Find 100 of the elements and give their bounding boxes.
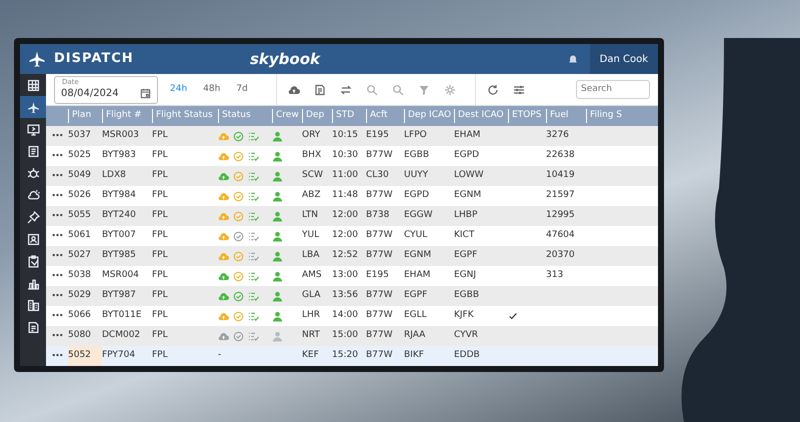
column-header: Crew — [272, 109, 302, 123]
more-actions-button[interactable]: ••• — [46, 350, 68, 362]
more-actions-button[interactable]: ••• — [46, 130, 68, 142]
table-cell-text: FPL — [152, 269, 169, 282]
table-cell-text: EGNJ — [454, 269, 478, 282]
table-cell-text: FPL — [152, 129, 169, 142]
table-cell-text: 13:00 — [332, 269, 359, 282]
table-cell-text: 10:30 — [332, 149, 359, 162]
table-cell-text: EGPD — [404, 189, 430, 202]
bell-icon — [566, 53, 579, 65]
table-cell-text: 313 — [546, 269, 564, 282]
more-actions-button[interactable]: ••• — [46, 230, 68, 242]
table-cell-text: E195 — [366, 129, 390, 142]
table-cell-text: BYT987 — [102, 289, 137, 302]
more-actions-button[interactable]: ••• — [46, 250, 68, 262]
table-cell-text: UUYY — [404, 169, 430, 182]
table-cell-text: B77W — [366, 349, 394, 362]
table-cell-text: 22638 — [546, 149, 576, 162]
table-cell-text: 12:00 — [332, 229, 359, 242]
airplane-icon — [26, 100, 40, 114]
table-cell-text: 10419 — [546, 169, 576, 182]
table-row[interactable]: ••• 5027 BYT985 FPL LBA 12:52 B77W EGNM EGPF 20370 — [46, 246, 658, 266]
table-cell-text: 10:15 — [332, 129, 359, 142]
user-name[interactable]: Dan Cook — [590, 44, 658, 74]
document-icon — [26, 320, 40, 334]
table-cell-text: CYUL — [404, 229, 428, 242]
table-cell-text: 5037 — [68, 129, 92, 142]
table-cell-text: FPL — [152, 229, 169, 242]
table-cell-text: 5038 — [68, 269, 92, 282]
table-cell-text: LFPO — [404, 129, 428, 142]
table-cell-text: BHX — [302, 149, 322, 162]
column-header: Status — [218, 109, 272, 123]
table-cell-text: 20370 — [546, 249, 576, 262]
table-cell-text: BYT240 — [102, 209, 137, 222]
table-cell-text: 47604 — [546, 229, 576, 242]
table-cell-text: EHAM — [404, 269, 432, 282]
more-actions-button[interactable]: ••• — [46, 170, 68, 182]
table-cell-text: B77W — [366, 189, 394, 202]
column-header: ETOPS — [508, 109, 546, 123]
refresh-icon[interactable] — [486, 84, 499, 96]
table-row[interactable]: ••• 5038 MSR004 FPL AMS 13:00 E195 EHAM EGNJ 313 — [46, 266, 658, 286]
table-cell-text: FPL — [152, 249, 169, 262]
table-cell-text: BYT007 — [102, 229, 137, 242]
buildings-icon — [26, 298, 40, 312]
table-cell-text: SCW — [302, 169, 324, 182]
table-row[interactable]: ••• 5061 BYT007 FPL YUL 12:00 B77W CYUL KICT 47604 — [46, 226, 658, 246]
swap-icon[interactable] — [340, 84, 352, 96]
more-actions-button[interactable]: ••• — [46, 310, 68, 322]
table-cell-text: EGBB — [454, 289, 480, 302]
table-cell-text: EGPF — [404, 289, 428, 302]
table-cell-text: FPY704 — [102, 349, 136, 362]
table-cell-text: 12:52 — [332, 249, 359, 262]
table-row[interactable]: ••• 5052 FPY704 FPL - KEF 15:20 B77W BIKF EDDB — [46, 346, 658, 366]
table-cell-text: EGNM — [454, 189, 482, 202]
table-cell-text: ORY — [302, 129, 322, 142]
table-cell-text: LOWW — [454, 169, 485, 182]
column-header: Flight Status — [152, 109, 218, 123]
table-cell-text: ABZ — [302, 189, 322, 202]
table-cell-text: 21597 — [546, 189, 576, 202]
more-actions-button[interactable]: ••• — [46, 290, 68, 302]
table-cell-text: KICT — [454, 229, 476, 242]
more-actions-button[interactable]: ••• — [46, 150, 68, 162]
document-icon[interactable] — [314, 84, 326, 96]
table-cell-text: EGPD — [454, 149, 480, 162]
table-cell-text: NRT — [302, 329, 321, 342]
table-cell-text: 5029 — [68, 289, 92, 302]
table-row[interactable]: ••• 5026 BYT984 FPL ABZ 11:48 B77W EGPD EGNM 21597 — [46, 186, 658, 206]
more-actions-button[interactable]: ••• — [46, 330, 68, 342]
table-cell-text: EDDB — [454, 349, 481, 362]
more-actions-button[interactable]: ••• — [46, 210, 68, 222]
table-cell-text: BYT984 — [102, 189, 137, 202]
more-actions-button[interactable]: ••• — [46, 190, 68, 202]
cloud-upload-icon[interactable] — [288, 84, 300, 96]
range-tab[interactable]: 7d — [232, 82, 252, 96]
table-row[interactable]: ••• 5080 DCM002 FPL NRT 15:00 B77W RJAA CYVR — [46, 326, 658, 346]
more-actions-button[interactable]: ••• — [46, 270, 68, 282]
table-cell-text: MSR003 — [102, 129, 140, 142]
table-row[interactable]: ••• 5066 BYT011E FPL LHR 14:00 B77W EGLL KJFK — [46, 306, 658, 326]
airplane-icon — [28, 50, 46, 68]
table-cell-text: DCM002 — [102, 329, 142, 342]
range-tab[interactable]: 48h — [199, 82, 224, 96]
table-row[interactable]: ••• 5025 BYT983 FPL BHX 10:30 B77W EGBB EGPD 22638 — [46, 146, 658, 166]
sliders-icon[interactable] — [512, 84, 525, 96]
table-row[interactable]: ••• 5029 BYT987 FPL GLA 13:56 B77W EGPF EGBB — [46, 286, 658, 306]
table-row[interactable]: ••• 5037 MSR003 FPL ORY 10:15 E195 LFPO EHAM 3276 — [46, 126, 658, 146]
table-row[interactable]: ••• 5055 BYT240 FPL LTN 12:00 B738 EGGW LHBP 12995 — [46, 206, 658, 226]
table-cell-text: 5066 — [68, 309, 92, 322]
sidebar-item[interactable] — [20, 96, 46, 118]
table-cell-text: EGPF — [454, 249, 478, 262]
calendar-icon[interactable] — [140, 88, 151, 98]
column-header: Acft — [366, 109, 404, 123]
column-header: Dep ICAO — [404, 109, 454, 123]
table-cell-text: BYT011E — [102, 309, 143, 322]
table-row[interactable]: ••• 5049 LDX8 FPL SCW 11:00 CL30 UUYY LOWW 10419 — [46, 166, 658, 186]
table-cell-text: B77W — [366, 289, 394, 302]
table-cell-text: E195 — [366, 269, 390, 282]
list-icon — [26, 144, 40, 158]
search-field[interactable]: Search — [576, 80, 650, 100]
column-header: Flight # — [102, 109, 152, 123]
table-cell-text: KEF — [302, 349, 320, 362]
